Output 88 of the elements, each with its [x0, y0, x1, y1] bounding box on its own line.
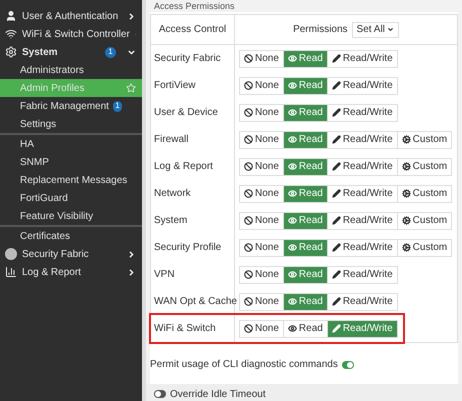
option-label: Permit usage of CLI diagnostic commands	[150, 358, 338, 372]
pencil-icon	[332, 216, 341, 225]
row-label: Security Fabric	[151, 45, 235, 72]
pencil-icon	[332, 162, 341, 171]
ban-icon	[244, 216, 253, 225]
eye-icon	[288, 324, 297, 333]
ban-icon	[244, 108, 253, 117]
sidebar-item[interactable]: Log & Report	[0, 263, 142, 281]
permission-option[interactable]: Read	[282, 132, 327, 148]
gear-icon	[402, 243, 411, 252]
ban-icon	[244, 270, 253, 279]
sidebar-item[interactable]: SNMP	[0, 153, 142, 171]
pencil-icon	[332, 108, 341, 117]
permission-option[interactable]: Read	[282, 50, 327, 66]
permission-option[interactable]: Read/Write	[326, 320, 397, 336]
ban-icon	[244, 54, 253, 63]
sidebar-item[interactable]: User & Authentication	[0, 7, 142, 25]
sidebar-item[interactable]: HA	[0, 135, 142, 153]
gear-icon	[402, 189, 411, 198]
pencil-icon	[332, 324, 341, 333]
eye-icon	[288, 135, 297, 144]
pencil-icon	[332, 270, 341, 279]
row-label: Security Profile	[151, 234, 235, 261]
row-label: WAN Opt & Cache	[151, 288, 235, 315]
sidebar-item[interactable]: System 1	[0, 43, 142, 61]
permission-option[interactable]: Read	[282, 266, 327, 282]
eye-icon	[288, 54, 297, 63]
ban-icon	[244, 189, 253, 198]
eye-icon	[288, 81, 297, 90]
sidebar-item[interactable]: Certificates	[0, 227, 142, 245]
permission-option[interactable]: Read	[282, 104, 327, 120]
row-label: VPN	[151, 261, 235, 288]
pencil-icon	[332, 243, 341, 252]
sidebar-item[interactable]: Settings	[0, 115, 142, 133]
pencil-icon	[332, 54, 341, 63]
permission-option[interactable]: Read	[282, 186, 327, 202]
column-header: Access Control	[151, 15, 235, 44]
row-label: User & Device	[151, 99, 235, 126]
sidebar-item[interactable]: FortiGuard	[0, 189, 142, 207]
ban-icon	[244, 135, 253, 144]
row-label: Firewall	[151, 126, 235, 153]
pencil-icon	[332, 135, 341, 144]
sidebar-item[interactable]: Feature Visibility	[0, 207, 142, 225]
settings-icon	[5, 46, 17, 58]
sidebar-item[interactable]: Replacement Messages	[0, 171, 142, 189]
permission-option[interactable]: Read	[282, 78, 327, 94]
permission-option[interactable]: Read	[282, 240, 327, 256]
permission-option[interactable]: Read	[282, 158, 327, 174]
eye-icon	[288, 108, 297, 117]
bar-chart-icon	[5, 266, 17, 278]
row-label: System	[151, 207, 235, 234]
section-title: Access Permissions	[153, 0, 236, 12]
row-label: Network	[151, 180, 235, 207]
count-badge: 1	[105, 46, 116, 58]
sidebar-item[interactable]: Security Fabric	[0, 245, 142, 263]
gear-icon	[402, 135, 411, 144]
eye-icon	[288, 270, 297, 279]
eye-icon	[288, 216, 297, 225]
eye-icon	[288, 297, 297, 306]
ban-icon	[244, 81, 253, 90]
user-icon	[5, 10, 17, 22]
column-header: Permissions	[293, 23, 348, 37]
set-all-dropdown[interactable]: Set All	[352, 22, 399, 38]
eye-icon	[288, 243, 297, 252]
option-label: Override Idle Timeout	[170, 388, 266, 401]
caret-icon	[386, 26, 394, 33]
eye-icon	[288, 189, 297, 198]
ban-icon	[244, 243, 253, 252]
row-label: FortiView	[151, 72, 235, 99]
ban-icon	[244, 162, 253, 171]
row-label: Log & Report	[151, 153, 235, 180]
pencil-icon	[332, 81, 341, 90]
ban-icon	[244, 324, 253, 333]
gear-icon	[402, 162, 411, 171]
gear-icon	[402, 216, 411, 225]
sidebar-item[interactable]: Fabric Management 1	[0, 97, 142, 115]
sidebar-item[interactable]: Administrators	[0, 61, 142, 79]
sidebar-item[interactable]: WiFi & Switch Controller	[0, 25, 142, 43]
pencil-icon	[332, 297, 341, 306]
toggle-switch[interactable]	[154, 390, 166, 398]
toggle-switch[interactable]	[342, 360, 354, 368]
permission-option[interactable]: Read	[282, 294, 327, 310]
permission-option[interactable]: Read	[282, 212, 327, 228]
eye-icon	[288, 162, 297, 171]
count-badge: 1	[112, 100, 122, 112]
row-label: WiFi & Switch	[151, 315, 235, 342]
ban-icon	[244, 297, 253, 306]
pencil-icon	[332, 189, 341, 198]
